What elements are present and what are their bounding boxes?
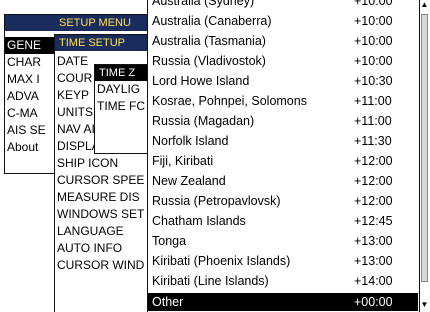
- timezone-offset: +12:00: [354, 154, 393, 168]
- timezone-offset: +10:30: [354, 74, 393, 88]
- timezone-name: Russia (Magadan): [152, 114, 255, 128]
- timezone-name: Russia (Petropavlovsk): [152, 194, 281, 208]
- scrollbar-thumb[interactable]: [421, 14, 428, 282]
- scroll-down-arrow-icon[interactable]: ▼: [420, 300, 429, 310]
- time-zone-window: TIME Z DAYLIG TIME FC: [94, 64, 154, 154]
- timezone-name: Australia (Canaberra): [152, 14, 272, 28]
- timezone-name: Other: [152, 295, 184, 309]
- timezone-name: Australia (Tasmania): [152, 34, 266, 48]
- timezone-name: Kosrae, Pohnpei, Solomons: [152, 94, 307, 108]
- timezone-row[interactable]: Fiji, Kiribati +12:00: [148, 152, 418, 170]
- timezone-offset: +13:00: [354, 234, 393, 248]
- timezone-offset: +10:00: [354, 34, 393, 48]
- scrollbar[interactable]: ▲ ▼: [419, 0, 429, 312]
- timezone-name: New Zealand: [152, 174, 226, 188]
- scroll-up-arrow-icon[interactable]: ▲: [420, 0, 429, 10]
- timezone-row[interactable]: Australia (Sydney) +10:00: [148, 0, 418, 10]
- timezone-name: Norfolk Island: [152, 134, 229, 148]
- timezone-offset: +10:00: [354, 54, 393, 68]
- timezone-row[interactable]: Russia (Magadan) +11:00: [148, 112, 418, 130]
- timezone-row[interactable]: Tonga +13:00: [148, 232, 418, 250]
- timezone-name: Chatham Islands: [152, 214, 246, 228]
- timezone-row[interactable]: Kiribati (Line Islands) +14:00: [148, 272, 418, 290]
- timezone-offset: +10:00: [354, 14, 393, 28]
- timezone-name: Russia (Vladivostok): [152, 54, 266, 68]
- timezone-offset: +11:00: [354, 114, 392, 128]
- timezone-name: Tonga: [152, 234, 187, 248]
- timezone-offset: +13:00: [354, 254, 393, 268]
- timezone-offset: +12:45: [354, 214, 393, 228]
- timezone-name: Australia (Sydney): [152, 0, 255, 8]
- timezone-row[interactable]: Russia (Vladivostok) +10:00: [148, 52, 418, 70]
- timezone-offset: +12:00: [354, 174, 393, 188]
- timezone-offset: +11:00: [354, 94, 392, 108]
- timezone-row[interactable]: Chatham Islands +12:45: [148, 212, 418, 230]
- timezone-row[interactable]: Australia (Canaberra) +10:00: [148, 12, 418, 30]
- timezone-offset: +12:00: [354, 194, 393, 208]
- timezone-list: Australia (Sydney) +10:00 Australia (Can…: [147, 0, 427, 312]
- setup-menu-title: SETUP MENU: [5, 15, 163, 31]
- time-zone-item-time-format[interactable]: TIME FC: [95, 98, 153, 115]
- timezone-row[interactable]: Lord Howe Island +10:30: [148, 72, 418, 90]
- timezone-name: Kiribati (Phoenix Islands): [152, 254, 291, 268]
- timezone-name: Fiji, Kiribati: [152, 154, 214, 168]
- timezone-row[interactable]: Russia (Petropavlovsk) +12:00: [148, 192, 418, 210]
- timezone-name: Lord Howe Island: [152, 74, 250, 88]
- timezone-row[interactable]: Kiribati (Phoenix Islands) +13:00: [148, 252, 418, 270]
- timezone-name: Kiribati (Line Islands): [152, 274, 269, 288]
- time-zone-title: TIME Z: [95, 65, 153, 81]
- timezone-row[interactable]: Norfolk Island +11:30: [148, 132, 418, 150]
- timezone-offset: +10:00: [354, 0, 393, 8]
- time-zone-item-daylight[interactable]: DAYLIG: [95, 81, 153, 98]
- timezone-row-selected[interactable]: Other +00:00: [148, 293, 418, 311]
- timezone-offset: +00:00: [354, 295, 393, 309]
- timezone-row[interactable]: New Zealand +12:00: [148, 172, 418, 190]
- timezone-row[interactable]: Australia (Tasmania) +10:00: [148, 32, 418, 50]
- timezone-row[interactable]: Kosrae, Pohnpei, Solomons +11:00: [148, 92, 418, 110]
- timezone-offset: +14:00: [354, 274, 393, 288]
- timezone-offset: +11:30: [354, 134, 392, 148]
